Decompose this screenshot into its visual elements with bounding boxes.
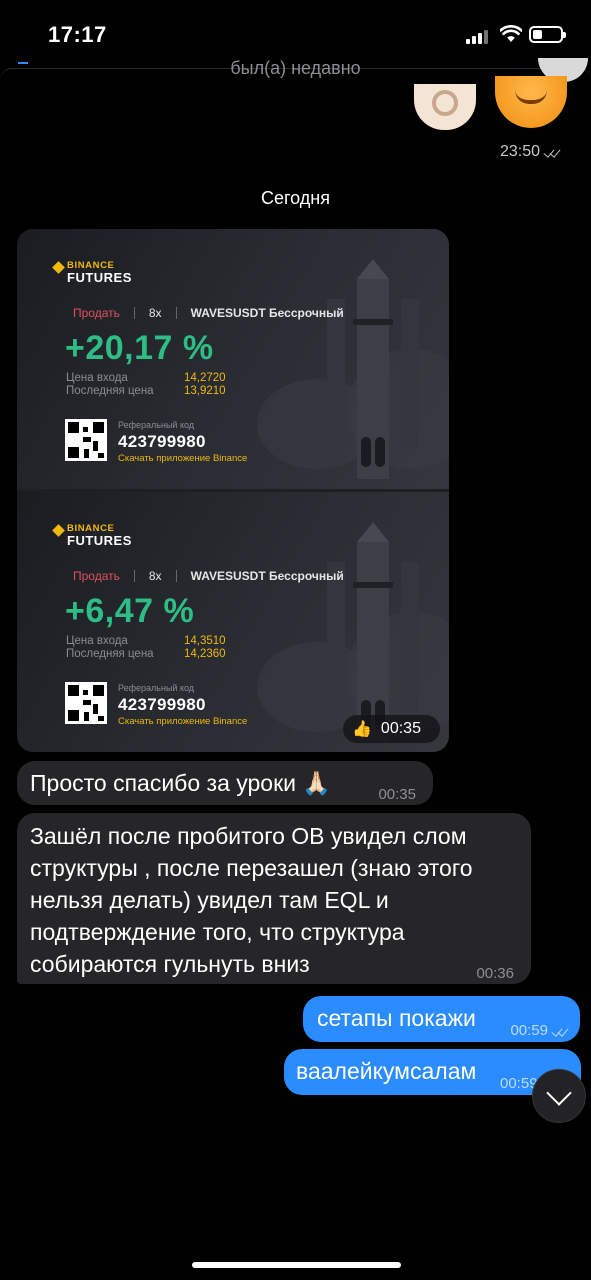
referral-code: 423799980 [118, 695, 206, 714]
double-check-icon [552, 1026, 568, 1035]
download-app-link: Скачать приложение Binance [118, 716, 248, 727]
thumbs-up-reaction[interactable]: 👍 [352, 719, 372, 739]
referral-label: Реферальный код [118, 683, 195, 693]
qr-code [65, 682, 107, 724]
signal-icon [466, 28, 492, 44]
status-time: 17:17 [48, 22, 107, 47]
wifi-icon [500, 25, 522, 42]
trade-info: Продать 8x WAVESUSDT Бессрочный [73, 569, 344, 583]
chevron-down-icon [546, 1080, 572, 1106]
entry-price-value: 14,3510 [184, 635, 226, 647]
date-separator: Сегодня [261, 188, 330, 208]
leverage-label: 8x [148, 569, 162, 583]
last-price-label: Последняя цена [66, 385, 154, 397]
rocket-illustration [327, 259, 419, 479]
binance-logo-icon [52, 261, 65, 274]
last-price-value: 14,2360 [184, 648, 226, 660]
last-price-label: Последняя цена [66, 648, 154, 660]
home-indicator[interactable] [192, 1262, 401, 1268]
message-time: 00:59 [510, 1015, 568, 1047]
pnl-value: +6,47 % [65, 592, 195, 630]
incoming-message[interactable]: Просто спасибо за уроки 🙏🏻 00:35 [17, 761, 433, 805]
incoming-message[interactable]: Зашёл после пробитого OB увидел слом стр… [17, 813, 531, 984]
outgoing-message[interactable]: сетапы покажи 00:59 [303, 996, 580, 1042]
entry-price-label: Цена входа [66, 635, 128, 647]
scroll-down-button[interactable] [532, 1069, 586, 1123]
message-time: 00:36 [476, 965, 514, 982]
double-check-icon [544, 147, 560, 156]
message-time: 23:50 [500, 143, 560, 161]
trade-info: Продать 8x WAVESUSDT Бессрочный [73, 306, 344, 320]
product-label: FUTURES [67, 533, 132, 548]
message-text: сетапы покажи [317, 1005, 476, 1031]
referral-code: 423799980 [118, 432, 206, 451]
download-app-link: Скачать приложение Binance [118, 453, 248, 464]
referral-label: Реферальный код [118, 420, 195, 430]
message-time: 00:35 [378, 786, 416, 803]
last-price-value: 13,9210 [184, 385, 226, 397]
leverage-label: 8x [148, 306, 162, 320]
qr-code [65, 419, 107, 461]
battery-icon [529, 26, 566, 43]
reaction-time-badge[interactable]: 👍 00:35 [343, 715, 440, 743]
message-text: Просто спасибо за уроки 🙏🏻 [30, 770, 332, 796]
pnl-value: +20,17 % [65, 329, 214, 367]
entry-price-label: Цена входа [66, 372, 128, 384]
pair-label: WAVESUSDT Бессрочный [190, 569, 344, 583]
binance-futures-card[interactable]: BINANCE FUTURES Продать 8x WAVESUSDT Бес… [17, 492, 449, 752]
product-label: FUTURES [67, 270, 132, 285]
side-label: Продать [73, 569, 120, 583]
binance-logo-icon [52, 524, 65, 537]
message-time: 00:35 [380, 720, 421, 737]
photo-album[interactable]: BINANCE FUTURES Продать 8x WAVESUSDT Бес… [17, 229, 449, 752]
message-text: ваалейкумсалам [296, 1058, 477, 1084]
message-text: Зашёл после пробитого OB увидел слом стр… [30, 823, 473, 977]
pair-label: WAVESUSDT Бессрочный [190, 306, 344, 320]
side-label: Продать [73, 306, 120, 320]
entry-price-value: 14,2720 [184, 372, 226, 384]
binance-futures-card[interactable]: BINANCE FUTURES Продать 8x WAVESUSDT Бес… [17, 229, 449, 489]
